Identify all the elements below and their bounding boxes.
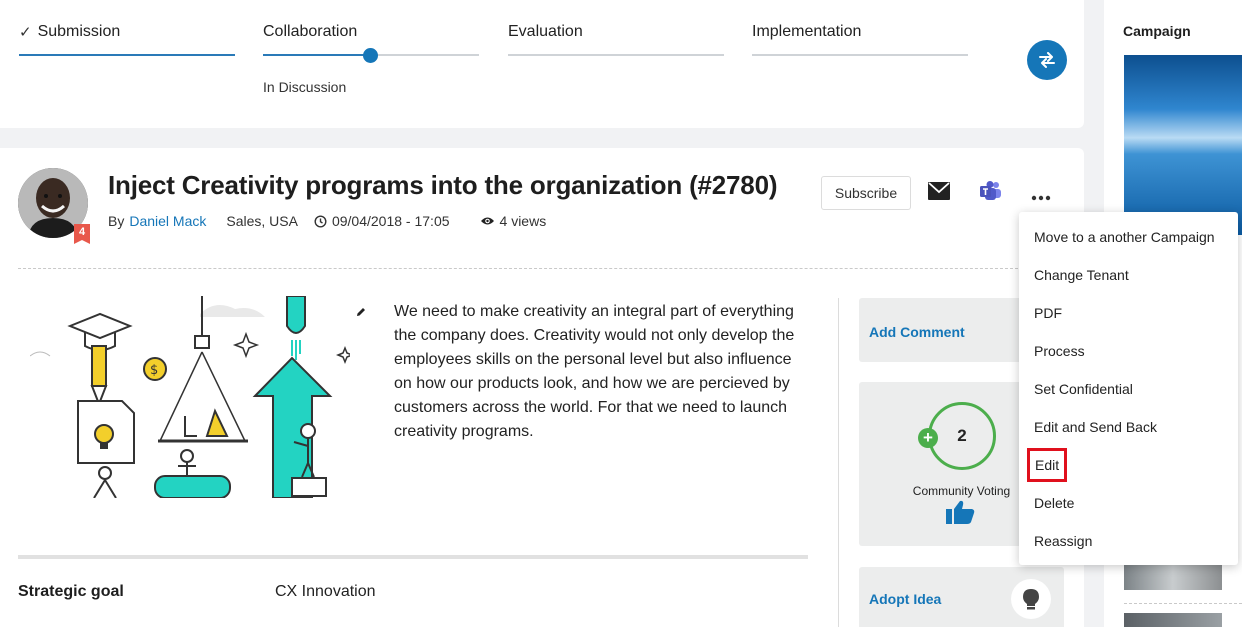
more-options-menu: Move to a another Campaign Change Tenant… [1019,212,1238,565]
vote-count: 2 [928,402,996,470]
stage-evaluation[interactable]: Evaluation [508,22,724,56]
idea-meta: By Daniel Mack Sales, USA 09/04/2018 - 1… [108,213,546,229]
stage-status: In Discussion [263,79,347,95]
author-link[interactable]: Daniel Mack [129,213,206,229]
menu-item-reassign[interactable]: Reassign [1034,531,1092,551]
eye-icon [480,217,494,225]
stage-label: Collaboration [263,23,358,40]
stage-label: Submission [37,23,121,40]
views-text: 4 views [499,213,547,229]
add-comment-link[interactable]: Add Comment [869,324,965,340]
idea-card: 4 Inject Creativity programs into the or… [0,148,1084,627]
stage-bar [508,54,724,56]
campaign-thumbnail[interactable] [1124,613,1222,627]
switch-stage-button[interactable] [1027,40,1067,80]
adopt-idea-box[interactable]: Adopt Idea [859,567,1064,627]
rank-badge: 4 [74,224,90,244]
column-separator [838,298,839,627]
date-text: 09/04/2018 - 17:05 [331,213,450,229]
menu-item-set-confidential[interactable]: Set Confidential [1034,379,1133,399]
menu-item-edit[interactable]: Edit [1026,448,1068,482]
pencil-icon [357,308,365,316]
stage-label: Implementation [752,23,862,40]
stage-submission[interactable]: ✓ Submission [19,22,235,56]
menu-item-edit-send-back[interactable]: Edit and Send Back [1034,417,1157,437]
stage-progress-fill [263,54,371,56]
campaign-title: Campaign [1123,23,1191,39]
adopt-idea-link[interactable]: Adopt Idea [869,591,941,607]
lightbulb-icon[interactable] [1011,579,1051,619]
idea-description: We need to make creativity an integral p… [394,303,795,440]
campaign-image[interactable] [1124,55,1242,235]
section-divider [18,555,808,559]
add-vote-icon[interactable]: + [918,428,938,448]
edit-image-button[interactable] [350,301,372,323]
idea-title: Inject Creativity programs into the orga… [108,170,778,200]
strategic-goal-label: Strategic goal [18,583,124,600]
stage-progress-panel: ✓ Submission Collaboration In Discussion… [0,0,1084,128]
stage-collaboration[interactable]: Collaboration In Discussion [263,22,479,95]
menu-item-move-campaign[interactable]: Move to a another Campaign [1034,227,1215,247]
menu-item-change-tenant[interactable]: Change Tenant [1034,265,1129,285]
thumbs-up-icon[interactable] [946,500,976,529]
by-label: By [108,213,125,229]
swap-arrows-icon [1039,52,1055,68]
stage-implementation[interactable]: Implementation [752,22,968,56]
header-divider [18,268,1018,269]
menu-item-delete[interactable]: Delete [1034,493,1074,513]
more-options-icon[interactable] [1031,188,1051,206]
idea-illustration: $ [29,295,355,499]
subscribe-button[interactable]: Subscribe [821,176,911,210]
location: Sales, USA [226,213,298,229]
menu-item-pdf[interactable]: PDF [1034,303,1062,323]
check-icon: ✓ [19,24,32,41]
mail-icon[interactable] [928,182,950,205]
stage-bar [19,54,235,56]
stage-label: Evaluation [508,23,583,40]
stage-bar [752,54,968,56]
campaign-divider [1124,603,1242,604]
teams-icon[interactable] [980,181,1002,206]
strategic-goal-value: CX Innovation [275,583,376,600]
clock-icon [314,214,327,228]
svg-text:$: $ [150,363,158,378]
menu-item-process[interactable]: Process [1034,341,1085,361]
stage-current-dot [363,48,378,63]
